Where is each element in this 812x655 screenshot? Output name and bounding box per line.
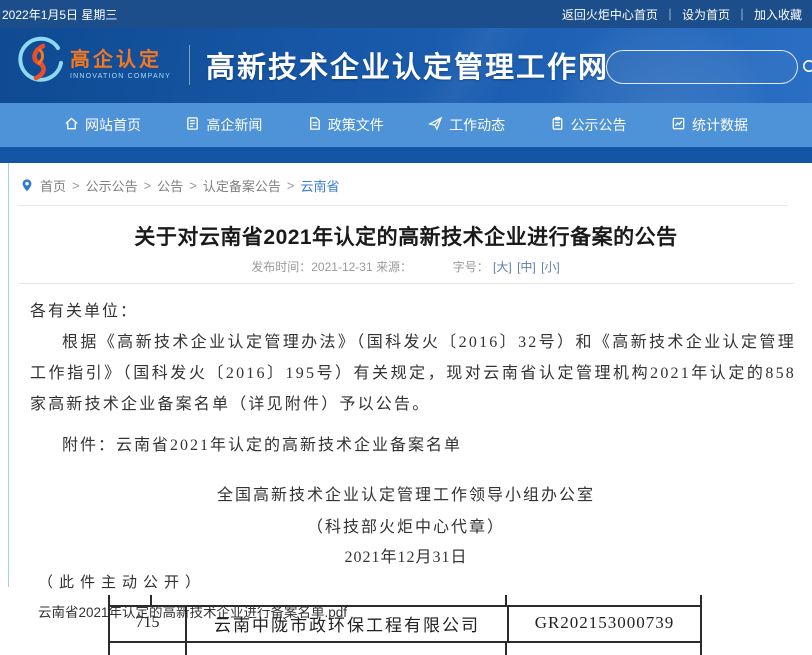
content-area: 首页 > 公示公告 > 公告 > 认定备案公告 > 云南省 关于对云南省2021… [0, 163, 812, 655]
search-input[interactable] [607, 51, 801, 83]
nav-item-activity[interactable]: 工作动态 [428, 115, 505, 135]
breadcrumb-announcements[interactable]: 公示公告 [86, 176, 138, 195]
source-label: 来源： [376, 260, 412, 274]
cell-company-name: 云南中陇市政环保工程有限公司 [185, 605, 507, 641]
fontsize-small-button[interactable]: [小] [541, 260, 560, 274]
enterprise-table: 715 云南中陇市政环保工程有限公司 GR202153000739 [108, 595, 702, 655]
nav-label: 公示公告 [571, 115, 627, 135]
top-link-separator: ｜ [664, 6, 676, 23]
site-title: 高新技术企业认定管理工作网 [206, 44, 609, 86]
clipboard-icon [550, 116, 565, 134]
signature-org: 全国高新技术企业认定管理工作领导小组办公室 [0, 481, 812, 505]
publish-time: 发布时间：2021-12-31 [251, 260, 372, 274]
table-clip-stub [185, 643, 187, 655]
main-nav: 网站首页 高企新闻 政策文件 工作动态 [0, 103, 812, 147]
signature-date: 2021年12月31日 [0, 543, 812, 567]
nav-item-announcements[interactable]: 公示公告 [550, 115, 627, 135]
article-title: 关于对云南省2021年认定的高新技术企业进行备案的公告 [0, 221, 812, 251]
cell-certificate-number: GR202153000739 [507, 605, 702, 641]
nav-item-statistics[interactable]: 统计数据 [671, 115, 748, 135]
breadcrumb-separator: > [189, 178, 197, 193]
nav-bottom-band [0, 147, 812, 163]
header-divider [189, 45, 190, 85]
breadcrumb: 首页 > 公示公告 > 公告 > 认定备案公告 > 云南省 [20, 176, 339, 195]
breadcrumb-notice[interactable]: 公告 [157, 176, 183, 195]
link-add-favorite[interactable]: 加入收藏 [754, 6, 802, 23]
table-clip-stub [505, 643, 507, 655]
breadcrumb-separator: > [287, 178, 295, 193]
nav-item-news[interactable]: 高企新闻 [185, 115, 262, 135]
nav-item-home[interactable]: 网站首页 [64, 115, 141, 135]
breadcrumb-separator: > [72, 178, 80, 193]
breadcrumb-home[interactable]: 首页 [40, 176, 66, 195]
article-meta: 发布时间：2021-12-31 来源： 字号： [大] [中] [小] [0, 258, 812, 275]
nav-label: 政策文件 [328, 115, 384, 135]
breadcrumb-current-yunnan: 云南省 [300, 176, 339, 195]
nav-label: 统计数据 [692, 115, 748, 135]
news-icon [185, 116, 200, 134]
signature-seal: （科技部火炬中心代章） [0, 513, 812, 537]
chart-icon [671, 116, 686, 134]
top-links: 返回火炬中心首页 ｜ 设为首页 ｜ 加入收藏 [562, 6, 802, 23]
nav-label: 网站首页 [85, 115, 141, 135]
search-icon[interactable] [801, 58, 812, 76]
link-torch-home[interactable]: 返回火炬中心首页 [562, 6, 658, 23]
table-clip-stub [108, 643, 110, 655]
current-date: 2022年1月5日 星期三 [2, 6, 117, 23]
policy-icon [307, 116, 322, 134]
table-row: 715 云南中陇市政环保工程有限公司 GR202153000739 [108, 605, 702, 641]
table-clip-stub [700, 643, 702, 655]
logo-torch-icon [14, 36, 66, 93]
paper-plane-icon [428, 116, 443, 134]
location-pin-icon [20, 178, 34, 193]
disclosure-note: （此件主动公开） [38, 571, 206, 592]
breadcrumb-separator-line [18, 205, 788, 206]
top-utility-bar: 2022年1月5日 星期三 返回火炬中心首页 ｜ 设为首页 ｜ 加入收藏 [0, 0, 812, 28]
site-header: 高企认定 INNOVATION COMPANY 高新技术企业认定管理工作网 [0, 28, 812, 103]
fontsize-medium-button[interactable]: [中] [517, 260, 536, 274]
link-set-homepage[interactable]: 设为首页 [682, 6, 730, 23]
cell-row-number: 715 [108, 605, 185, 641]
fontsize-large-button[interactable]: [大] [493, 260, 512, 274]
table-clip-stub [700, 595, 702, 605]
page: 2022年1月5日 星期三 返回火炬中心首页 ｜ 设为首页 ｜ 加入收藏 高企认 [0, 0, 812, 655]
site-logo[interactable]: 高企认定 INNOVATION COMPANY [14, 36, 171, 93]
nav-item-policy[interactable]: 政策文件 [307, 115, 384, 135]
table-clip-stub [150, 595, 152, 605]
top-link-separator: ｜ [736, 6, 748, 23]
logo-cn-text: 高企认定 [70, 49, 171, 71]
table-clip-stub [505, 595, 507, 605]
nav-label: 高企新闻 [206, 115, 262, 135]
logo-en-text: INNOVATION COMPANY [70, 73, 171, 80]
body-paragraph: 根据《高新技术企业认定管理办法》（国科发火〔2016〕32号）和《高新技术企业认… [30, 327, 796, 420]
home-icon [64, 116, 79, 134]
nav-label: 工作动态 [449, 115, 505, 135]
fontsize-label: 字号： [453, 260, 489, 274]
table-clip-stub [108, 595, 110, 605]
breadcrumb-separator: > [144, 178, 152, 193]
table-border-bottom [108, 641, 702, 643]
salutation: 各有关单位： [30, 297, 138, 321]
attachment-line: 附件：云南省2021年认定的高新技术企业备案名单 [30, 431, 462, 455]
search-box [606, 50, 798, 84]
meta-separator-line [18, 283, 794, 284]
breadcrumb-filing-notice[interactable]: 认定备案公告 [203, 176, 281, 195]
